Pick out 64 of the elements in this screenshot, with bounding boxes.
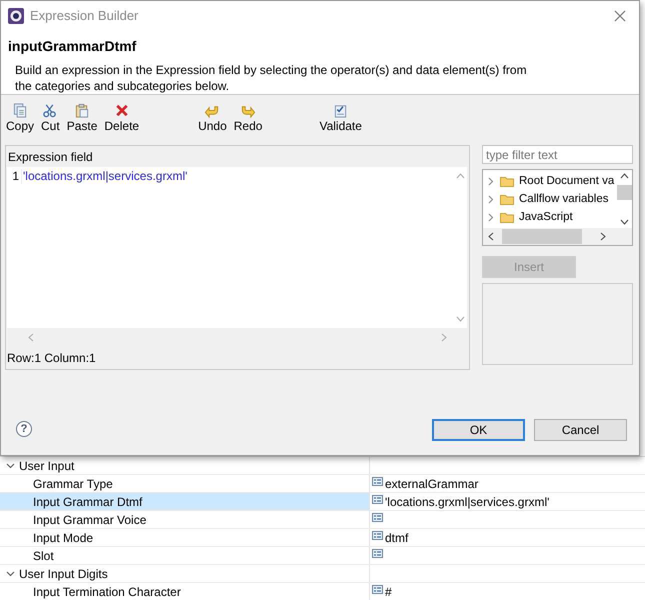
tree-item[interactable]: Root Document va [483,172,616,190]
property-name[interactable]: Input Grammar Voice [0,511,370,528]
toolbar-button[interactable]: Paste [64,103,100,133]
group-label: Expression field [7,149,94,166]
chevron-down-icon [6,569,15,578]
scroll-thumb[interactable] [502,229,582,244]
scroll-thumb[interactable] [616,184,632,200]
toolbar-button[interactable]: Delete [101,103,142,133]
copy-icon [12,103,28,118]
toolbar-button[interactable]: Redo [230,103,266,133]
property-name[interactable]: Grammar Type [0,475,370,492]
tree-item[interactable]: Callflow variables [483,190,616,208]
x-mark-icon [114,103,130,118]
help-button[interactable]: ? [16,421,32,437]
dialog-heading: inputGrammarDtmf [8,38,138,54]
cursor-position: Row:1 Column:1 [6,350,97,365]
property-name[interactable]: Input Mode [0,529,370,546]
chevron-left-icon [28,332,34,342]
filter-field[interactable]: type filter text [482,145,633,164]
property-name[interactable]: Slot [0,547,370,564]
list-icon [372,513,383,522]
description-text: Build an expression in the Expression field by selecting the operator(s) and data element(s) from the categories and subcategories below. [15,62,528,94]
list-icon [372,585,383,594]
dialog-button[interactable]: Cancel [534,419,627,441]
property-name[interactable]: Input Termination Character [0,583,370,600]
dialog-button[interactable]: OK [432,419,525,441]
list-icon [372,531,383,540]
tree-item[interactable]: User Input Digits [0,565,370,582]
chevron-down-icon [6,461,15,470]
chevron-up-icon [620,173,628,179]
property-value: externalGrammar [385,477,478,491]
expression-editor[interactable]: 1 'locations.grxml|services.grxml' [7,167,467,328]
toolbar-button[interactable]: Copy [3,103,38,133]
chevron-left-icon [488,232,494,241]
folder-icon [500,175,514,187]
toolbar-button[interactable]: Undo [195,103,230,133]
folder-icon [500,193,514,205]
app-icon [8,8,24,24]
line-number: 1 [7,169,22,184]
checklist-icon [332,103,349,118]
property-value: 'locations.grxml|services.grxml' [385,495,550,509]
code-text: 'locations.grxml|services.grxml' [22,169,188,184]
property-value: dtmf [385,531,408,545]
list-icon [372,477,383,486]
scissors-icon [42,103,58,118]
list-icon [372,495,383,504]
toolbar-button[interactable]: Cut [38,103,63,133]
chevron-up-icon [456,173,464,179]
close-icon [614,10,626,22]
folder-icon [500,211,514,223]
chevron-down-icon [620,219,628,225]
toolbar-button[interactable]: Validate [316,103,365,133]
list-icon [372,549,383,558]
clipboard-icon [74,103,90,118]
tree-item[interactable]: User Input [0,457,370,474]
property-value: # [385,585,392,599]
chevron-down-icon [456,316,464,322]
tree-item[interactable]: JavaScript [483,208,616,226]
vertical-scrollbar[interactable] [616,170,632,228]
property-name[interactable]: Input Grammar Dtmf [0,493,370,510]
chevron-right-icon [600,232,606,241]
window-title: Expression Builder [30,8,140,23]
chevron-right-icon [441,332,447,342]
horizontal-scrollbar[interactable] [483,228,632,245]
